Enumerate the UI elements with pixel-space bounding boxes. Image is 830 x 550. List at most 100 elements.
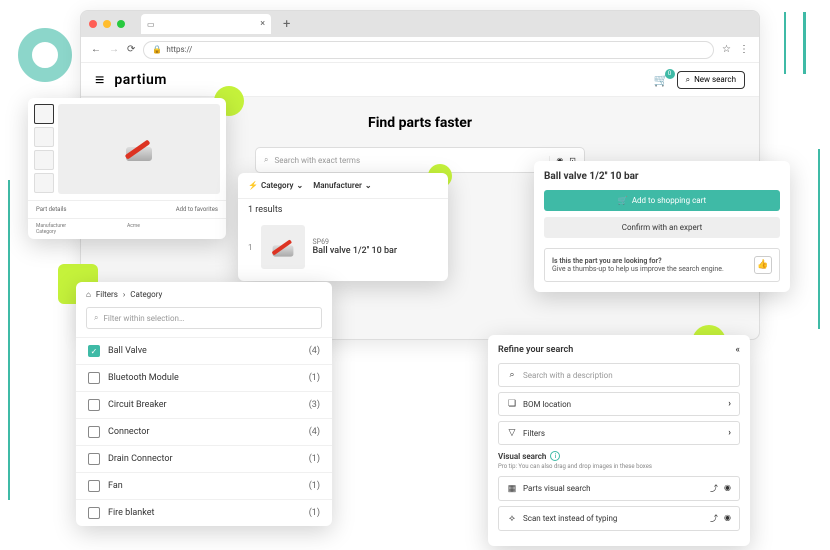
filter-option[interactable]: Fire blanket(1) [76, 499, 332, 526]
upload-icon[interactable]: ⤴ [710, 513, 718, 524]
search-placeholder: Search with exact terms [274, 156, 360, 165]
breadcrumb: ⌂ Filters› Category [76, 282, 332, 307]
result-code: SP69 [313, 238, 398, 246]
filters-card: ⌂ Filters› Category ⌕Filter within selec… [76, 282, 332, 526]
scan-text-button[interactable]: ⟡Scan text instead of typing⤴◉ [498, 506, 740, 531]
results-count: 1 results [238, 199, 448, 221]
filter-category[interactable]: ⚡Category⌄ [248, 181, 303, 190]
browser-tabstrip: ▭× + [81, 11, 759, 37]
breadcrumb-item[interactable]: Category [130, 290, 162, 299]
info-icon[interactable]: i [550, 451, 560, 461]
thumbnail[interactable] [34, 104, 54, 124]
page-icon: ▭ [147, 20, 155, 29]
refine-title: Refine your search [498, 345, 573, 355]
filter-option[interactable]: Fan (1) [76, 472, 332, 499]
brand-logo: partium [114, 72, 167, 88]
add-favorite-button[interactable]: Add to favorites [176, 206, 218, 213]
back-icon[interactable]: ← [91, 44, 101, 55]
filter-search-input[interactable]: ⌕Filter within selection… [86, 307, 322, 329]
camera-icon[interactable]: ◉ [724, 483, 731, 494]
close-icon[interactable]: × [260, 19, 265, 29]
scan-icon: ⟡ [507, 514, 517, 524]
star-icon[interactable]: ☆ [722, 44, 731, 55]
filter-label: Connector [108, 427, 149, 437]
checkbox[interactable] [88, 426, 100, 438]
refine-description-input[interactable]: ⌕Search with a description [498, 363, 740, 387]
camera-icon[interactable]: ◉ [724, 513, 731, 524]
result-name: Ball valve 1/2'' 10 bar [313, 246, 398, 256]
checkbox[interactable]: ✓ [88, 345, 100, 357]
confirm-expert-button[interactable]: Confirm with an expert [544, 217, 780, 238]
refine-filters-button[interactable]: ▽Filters› [498, 421, 740, 445]
app-header: ≡ partium 🛒0 ⌕New search [81, 63, 759, 97]
cart-icon: 🛒 [618, 196, 628, 205]
browser-toolbar: ← → ⟳ 🔒 https:// ☆ ⋮ [81, 37, 759, 63]
forward-icon[interactable]: → [109, 44, 119, 55]
filter-option[interactable]: Drain Connector (1) [76, 445, 332, 472]
refine-tip: Pro tip: You can also drag and drop imag… [498, 463, 740, 470]
traffic-light-max[interactable] [117, 20, 125, 28]
menu-icon[interactable]: ⋮ [739, 44, 749, 55]
home-icon[interactable]: ⌂ [86, 290, 91, 299]
refine-bom-button[interactable]: ❏BOM location› [498, 392, 740, 416]
chevron-right-icon: › [728, 399, 731, 409]
hamburger-icon[interactable]: ≡ [95, 70, 104, 90]
section-title: Part details [36, 206, 66, 213]
feedback-box: Is this the part you are looking for?Giv… [544, 248, 780, 282]
funnel-icon: ▽ [507, 428, 517, 438]
thumbnail[interactable] [34, 150, 54, 170]
filter-option[interactable]: Connector (4) [76, 418, 332, 445]
filter-count: (1) [309, 373, 320, 383]
checkbox[interactable] [88, 480, 100, 492]
checkbox[interactable] [88, 399, 100, 411]
new-search-button[interactable]: ⌕New search [677, 71, 745, 89]
collapse-icon[interactable]: « [736, 345, 740, 355]
thumbnail[interactable] [34, 127, 54, 147]
browser-tab[interactable]: ▭× [141, 14, 271, 34]
reload-icon[interactable]: ⟳ [127, 44, 135, 55]
parts-visual-search-button[interactable]: ▦Parts visual search⤴◉ [498, 476, 740, 501]
filter-label: Drain Connector [108, 454, 173, 464]
filter-count: (4) [309, 346, 320, 356]
lock-icon: 🔒 [152, 45, 162, 54]
cart-badge: 0 [665, 69, 675, 79]
filter-label: Circuit Breaker [108, 400, 167, 410]
search-icon: ⌕ [686, 75, 690, 85]
filter-label: Bluetooth Module [108, 373, 179, 383]
image-icon: ▦ [507, 484, 517, 494]
product-title: Ball valve 1/2'' 10 bar [544, 171, 780, 182]
traffic-light-close[interactable] [89, 20, 97, 28]
url-text: https:// [166, 45, 192, 54]
add-to-cart-button[interactable]: 🛒Add to shopping cart [544, 190, 780, 211]
part-details-card: Part details Add to favorites Manufactur… [28, 98, 226, 239]
address-bar[interactable]: 🔒 https:// [143, 41, 714, 59]
filter-count: (3) [309, 400, 320, 410]
filter-count: (4) [309, 427, 320, 437]
breadcrumb-item[interactable]: Filters [96, 290, 118, 299]
checkbox[interactable] [88, 453, 100, 465]
result-row[interactable]: 1 SP69 Ball valve 1/2'' 10 bar [238, 221, 448, 273]
thumbs-up-button[interactable]: 👍 [754, 256, 772, 274]
filter-manufacturer[interactable]: Manufacturer⌄ [313, 181, 371, 190]
filter-count: (1) [309, 481, 320, 491]
search-icon: ⌕ [94, 313, 98, 323]
bolt-icon: ⚡ [248, 181, 258, 190]
new-tab-button[interactable]: + [283, 17, 290, 32]
checkbox[interactable] [88, 507, 100, 519]
filter-label: Fan [108, 481, 123, 491]
search-icon: ⌕ [507, 370, 517, 380]
upload-icon[interactable]: ⤴ [710, 483, 718, 494]
filter-option[interactable]: Bluetooth Module (1) [76, 364, 332, 391]
chevron-right-icon: › [728, 428, 731, 438]
cart-button[interactable]: 🛒0 [654, 73, 669, 87]
chevron-down-icon: ⌄ [297, 181, 304, 190]
filter-label: Fire blanket [108, 508, 154, 518]
product-action-card: Ball valve 1/2'' 10 bar 🛒Add to shopping… [534, 161, 790, 292]
filter-count: (1) [309, 454, 320, 464]
filter-option[interactable]: Circuit Breaker (3) [76, 391, 332, 418]
checkbox[interactable] [88, 372, 100, 384]
filter-option[interactable]: ✓ Ball Valve (4) [76, 337, 332, 364]
traffic-light-min[interactable] [103, 20, 111, 28]
thumbnail[interactable] [34, 173, 54, 193]
filter-label: Ball Valve [108, 346, 147, 356]
